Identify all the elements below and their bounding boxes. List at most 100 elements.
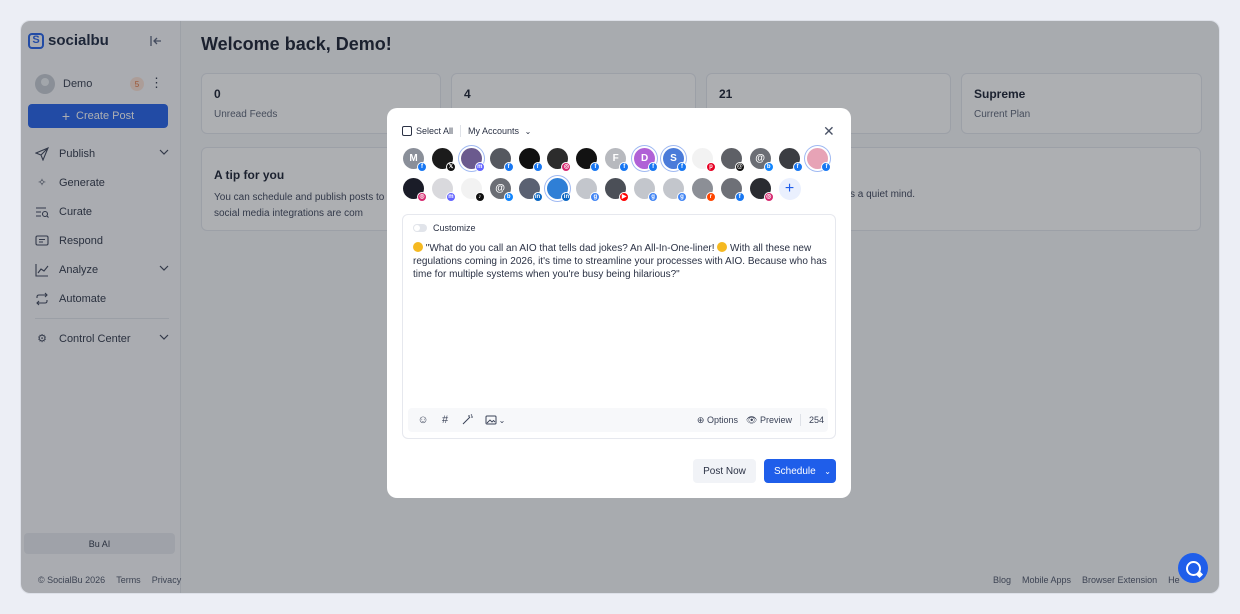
hashtag-icon[interactable]: # <box>438 413 452 427</box>
account-initial: @ <box>495 183 506 194</box>
network-badge-icon: g <box>590 192 601 202</box>
account-avatar[interactable]: f <box>489 148 514 172</box>
account-avatar[interactable]: in <box>518 178 543 202</box>
account-avatar[interactable]: f <box>720 178 745 202</box>
network-badge-icon: in <box>561 192 572 202</box>
account-avatar[interactable]: @ b <box>749 148 774 172</box>
network-badge-icon: g <box>648 192 659 202</box>
preview-label: Preview <box>759 414 792 425</box>
network-badge-icon: f <box>734 192 745 202</box>
network-badge-icon: 𝕏 <box>445 162 456 172</box>
accounts-filter-dropdown[interactable]: My Accounts ⌄ <box>468 126 531 136</box>
customize-label: Customize <box>433 223 476 233</box>
account-avatar[interactable]: 𝕏 <box>431 148 456 172</box>
account-avatar[interactable]: Sf <box>663 148 688 172</box>
network-badge-icon: in <box>532 192 543 202</box>
account-avatar[interactable]: p <box>691 148 716 172</box>
account-avatar[interactable]: Ff <box>605 148 630 172</box>
network-badge-icon: ◎ <box>763 192 774 202</box>
emoji-icon[interactable]: ☺ <box>416 413 430 427</box>
chat-icon <box>1185 560 1201 576</box>
network-badge-icon: b <box>503 192 514 202</box>
divider <box>460 125 462 137</box>
account-avatar[interactable]: f <box>576 148 601 172</box>
account-selector: Mf 𝕏m f f ◎ f Ff Df Sf p @ @ b f f ◎ m ♪ @ b in in g ▶ g g r f ◎ + <box>403 148 843 208</box>
schedule-button[interactable]: Schedule ⌄ <box>764 459 836 483</box>
network-badge-icon: f <box>503 162 514 172</box>
account-avatar[interactable]: g <box>634 178 659 202</box>
add-account-button[interactable]: + <box>778 178 801 200</box>
network-badge-icon: m <box>474 162 485 172</box>
laughing-emoji-icon <box>717 242 728 252</box>
account-avatar[interactable]: @ b <box>489 178 514 202</box>
post-text-editor[interactable]: "What do you call an AIO that tells dad … <box>413 242 829 281</box>
account-initial: M <box>409 153 418 164</box>
account-avatar[interactable]: ♪ <box>460 178 485 202</box>
customize-toggle[interactable]: Customize <box>413 223 476 233</box>
account-avatar[interactable]: Df <box>634 148 659 172</box>
account-avatar[interactable]: ◎ <box>749 178 774 202</box>
compose-post-modal: Select All My Accounts ⌄ ✕ Mf 𝕏m f f ◎ f Ff Df S… <box>387 108 851 498</box>
accounts-filter-label: My Accounts <box>468 126 520 136</box>
network-badge-icon: f <box>821 162 832 172</box>
eye-icon: 👁 <box>746 414 758 425</box>
schedule-label: Schedule <box>774 465 816 477</box>
options-button[interactable]: ⊕ Options <box>697 415 738 426</box>
close-icon[interactable]: ✕ <box>823 124 835 138</box>
network-badge-icon: p <box>705 162 716 172</box>
network-badge-icon: f <box>417 162 427 172</box>
account-avatar[interactable]: m <box>460 148 485 172</box>
media-icon[interactable]: ⌄ <box>482 413 508 427</box>
network-badge-icon: ◎ <box>561 162 572 172</box>
account-initial: S <box>670 153 677 164</box>
network-badge-icon: @ <box>734 162 745 172</box>
plus-circle-icon: ⊕ <box>696 414 705 425</box>
preview-button[interactable]: 👁 Preview <box>746 415 792 426</box>
network-badge-icon: f <box>677 162 688 172</box>
chevron-down-icon: ⌄ <box>524 127 532 136</box>
account-avatar[interactable]: g <box>663 178 688 202</box>
network-badge-icon: ♪ <box>474 192 485 202</box>
modal-header: Select All My Accounts ⌄ <box>402 125 531 137</box>
account-avatar[interactable]: r <box>691 178 716 202</box>
divider <box>799 414 801 426</box>
options-label: Options <box>706 414 738 425</box>
chat-support-button[interactable] <box>1178 553 1208 583</box>
account-avatar[interactable]: m <box>431 178 456 202</box>
magic-wand-icon[interactable] <box>460 413 474 427</box>
select-all-checkbox[interactable] <box>402 126 412 136</box>
network-badge-icon: f <box>648 162 659 172</box>
account-avatar[interactable]: in <box>547 178 572 202</box>
network-badge-icon: ◎ <box>417 192 427 202</box>
post-text-part: "What do you call an AIO that tells dad … <box>425 243 718 254</box>
account-initial: @ <box>755 153 766 164</box>
account-avatar[interactable]: f <box>518 148 543 172</box>
network-badge-icon: f <box>792 162 803 172</box>
account-avatar[interactable]: g <box>576 178 601 202</box>
select-all-label[interactable]: Select All <box>416 126 453 136</box>
account-avatar[interactable]: @ <box>720 148 745 172</box>
account-avatar[interactable]: ▶ <box>605 178 630 202</box>
composer-toolbar: ☺ # ⌄ ⊕ Options 👁 Preview 254 <box>408 408 828 432</box>
account-avatar[interactable]: ◎ <box>547 148 572 172</box>
network-badge-icon: g <box>677 192 688 202</box>
network-badge-icon: m <box>445 192 456 202</box>
account-initial: D <box>641 153 649 164</box>
post-composer: Customize "What do you call an AIO that … <box>402 214 836 439</box>
chevron-down-icon[interactable]: ⌄ <box>824 467 831 476</box>
network-badge-icon: r <box>705 192 716 202</box>
account-avatar[interactable]: Mf <box>403 148 427 172</box>
account-initial: F <box>612 153 619 164</box>
network-badge-icon: f <box>619 162 630 172</box>
network-badge-icon: f <box>532 162 543 172</box>
account-row: Mf 𝕏m f f ◎ f Ff Df Sf p @ @ b f f <box>403 148 843 172</box>
network-badge-icon: b <box>763 162 774 172</box>
post-now-button[interactable]: Post Now <box>693 459 756 483</box>
account-avatar[interactable]: ◎ <box>403 178 427 202</box>
laughing-emoji-icon <box>413 242 423 252</box>
account-avatar[interactable]: f <box>778 148 803 172</box>
toggle-switch[interactable] <box>413 224 427 232</box>
network-badge-icon: f <box>590 162 601 172</box>
character-count: 254 <box>808 415 824 425</box>
account-avatar[interactable]: f <box>807 148 832 172</box>
